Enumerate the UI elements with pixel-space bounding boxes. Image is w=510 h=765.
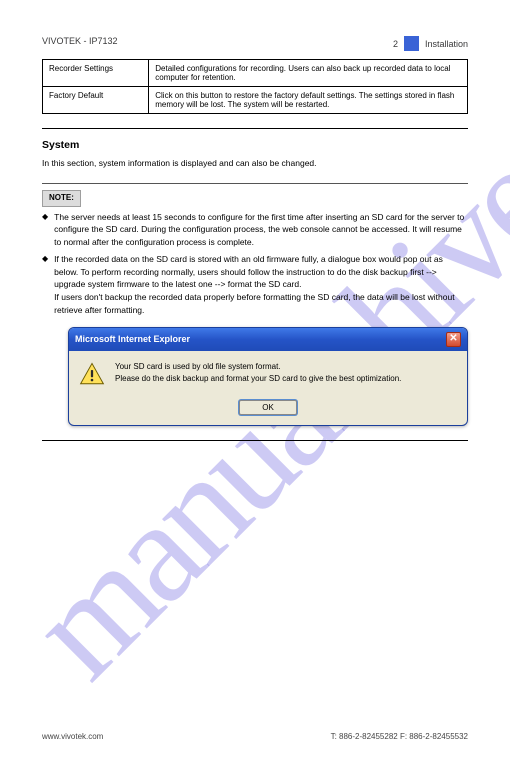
footer-contact: T: 886-2-82455282 F: 886-2-82455532 (331, 732, 468, 741)
dialog-window: Microsoft Internet Explorer ✕ Your SD ca… (68, 327, 468, 426)
dialog-body: Your SD card is used by old file system … (69, 351, 467, 397)
table-row: Factory Default Click on this button to … (43, 87, 468, 114)
note-badge: NOTE: (42, 190, 81, 206)
note-text-2b: If users don't backup the recorded data … (54, 292, 454, 315)
note-text-1: The server needs at least 15 seconds to … (54, 211, 468, 249)
dialog-message: Your SD card is used by old file system … (115, 361, 455, 387)
divider (42, 440, 468, 441)
note-text-2: If the recorded data on the SD card is s… (54, 253, 468, 317)
ok-button[interactable]: OK (239, 400, 297, 415)
cell-factory-label: Factory Default (43, 87, 149, 114)
divider-thin (42, 183, 468, 184)
note-item: ◆ The server needs at least 15 seconds t… (42, 211, 468, 249)
dialog-line2: Please do the disk backup and format you… (115, 373, 455, 386)
footer-url: www.vivotek.com (42, 732, 103, 741)
page-footer: www.vivotek.com T: 886-2-82455282 F: 886… (42, 732, 468, 741)
close-icon: ✕ (449, 334, 457, 344)
chapter-number: 2 (393, 39, 398, 49)
system-description: In this section, system information is d… (42, 157, 468, 170)
page-header: VIVOTEK - IP7132 2 Installation (42, 36, 468, 51)
close-button[interactable]: ✕ (446, 332, 461, 347)
model-label: VIVOTEK - IP7132 (42, 36, 118, 46)
warning-icon (79, 361, 105, 387)
bullet-icon: ◆ (42, 253, 48, 317)
divider (42, 128, 468, 129)
chapter-indicator: 2 Installation (393, 36, 468, 51)
dialog-line1: Your SD card is used by old file system … (115, 361, 455, 374)
dialog-button-row: OK (69, 397, 467, 425)
note-text-2a: If the recorded data on the SD card is s… (54, 254, 443, 290)
settings-table: Recorder Settings Detailed configuration… (42, 59, 468, 114)
note-item: ◆ If the recorded data on the SD card is… (42, 253, 468, 317)
dialog-title-text: Microsoft Internet Explorer (75, 334, 190, 344)
table-row: Recorder Settings Detailed configuration… (43, 60, 468, 87)
page-content: VIVOTEK - IP7132 2 Installation Recorder… (0, 0, 510, 765)
dialog-titlebar: Microsoft Internet Explorer ✕ (69, 328, 467, 351)
bullet-icon: ◆ (42, 211, 48, 249)
chapter-title: Installation (425, 39, 468, 49)
notes-heading: NOTE: (42, 190, 468, 206)
dialog-screenshot: Microsoft Internet Explorer ✕ Your SD ca… (68, 327, 468, 426)
cell-recorder-desc: Detailed configurations for recording. U… (149, 60, 468, 87)
chapter-square-icon (404, 36, 419, 51)
cell-factory-desc: Click on this button to restore the fact… (149, 87, 468, 114)
cell-recorder-label: Recorder Settings (43, 60, 149, 87)
section-heading-system: System (42, 139, 468, 151)
